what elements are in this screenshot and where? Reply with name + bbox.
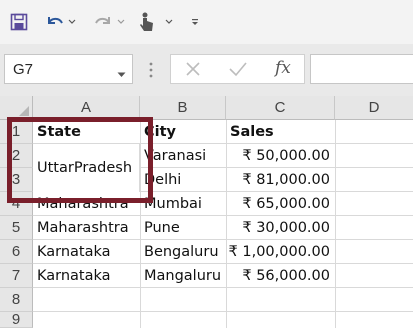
cell-c5[interactable]: ₹ 30,000.00 [226,216,335,240]
quick-access-toolbar [0,0,413,44]
name-box[interactable]: G7 [4,54,133,84]
row-header-5[interactable]: 5 [0,216,33,240]
cancel-icon[interactable] [185,61,201,82]
column-header-c[interactable]: C [226,96,335,120]
gridline [335,120,336,328]
touch-mode-icon[interactable] [136,10,158,34]
cell-c3[interactable]: ₹ 81,000.00 [226,168,335,192]
row-header-7[interactable]: 7 [0,264,33,288]
undo-dropdown-icon[interactable] [67,14,77,30]
undo-icon[interactable] [44,10,66,34]
formula-buttons: fx [170,54,305,84]
cell-a7[interactable]: Karnataka [33,264,140,288]
formula-bar-splitter[interactable] [148,58,154,82]
formula-input[interactable] [310,54,413,84]
cell-c1[interactable]: Sales [226,120,335,144]
function-icon[interactable]: fx [275,58,291,78]
cell-a6[interactable]: Karnataka [33,240,140,264]
cell-c2[interactable]: ₹ 50,000.00 [226,144,335,168]
customize-qat-icon[interactable] [190,14,200,30]
save-icon[interactable] [8,10,30,34]
enter-icon[interactable] [229,61,247,82]
touch-mode-dropdown-icon[interactable] [164,14,174,30]
highlight-box [7,117,153,203]
cell-c7[interactable]: ₹ 56,000.00 [226,264,335,288]
redo-icon[interactable] [92,10,114,34]
column-header-d[interactable]: D [335,96,413,120]
row-header-8[interactable]: 8 [0,288,33,312]
name-box-value: G7 [13,61,34,78]
name-box-dropdown-icon[interactable] [117,65,126,83]
cell-c6[interactable]: ₹ 1,00,000.00 [226,240,335,264]
row-header-6[interactable]: 6 [0,240,33,264]
cell-a5[interactable]: Maharashtra [33,216,140,240]
row-header-9[interactable]: 9 [0,311,33,328]
gridline [33,311,413,312]
cell-c4[interactable]: ₹ 65,000.00 [226,192,335,216]
redo-dropdown-icon[interactable] [116,14,126,30]
cell-b6[interactable]: Bengaluru [140,240,226,264]
cell-b5[interactable]: Pune [140,216,226,240]
cell-b7[interactable]: Mangaluru [140,264,226,288]
